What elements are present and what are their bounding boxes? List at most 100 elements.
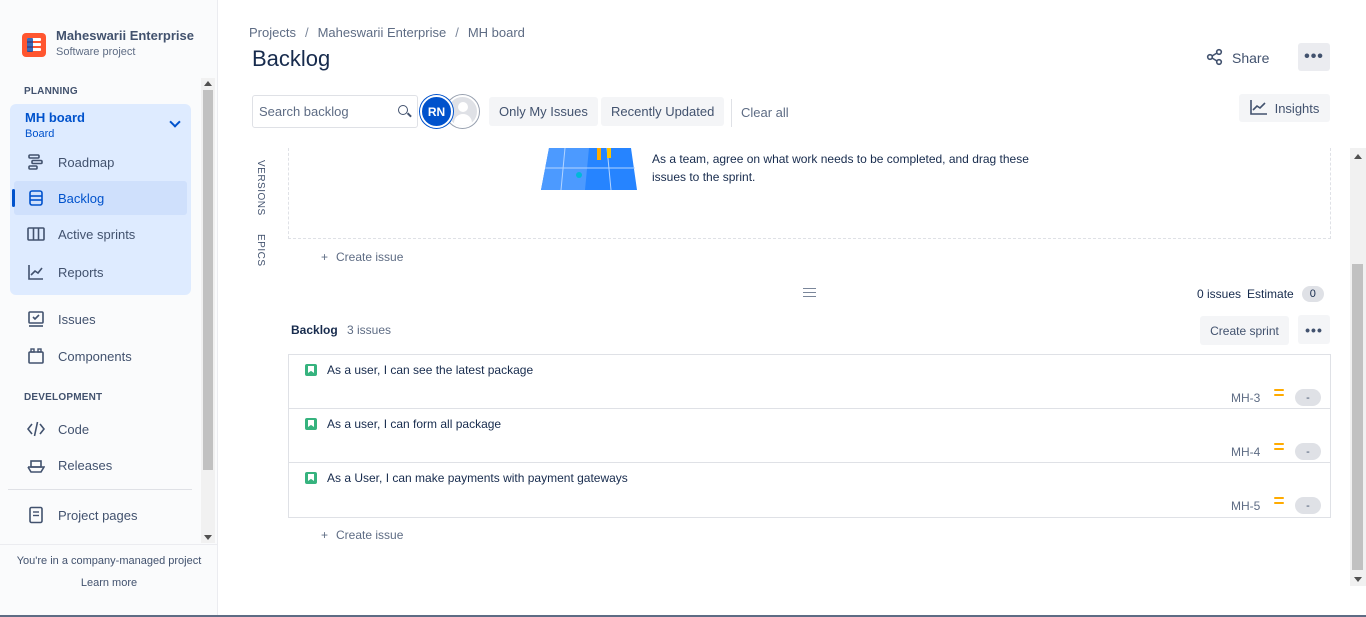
project-logo-icon (22, 33, 46, 57)
issue-row[interactable]: As a User, I can make payments with paym… (289, 463, 1330, 517)
code-icon (26, 419, 46, 439)
empty-sprint-illustration (541, 148, 637, 191)
sidebar-item-label: Backlog (58, 190, 105, 206)
toolbar-divider (731, 99, 732, 127)
sidebar-item-label: Roadmap (58, 154, 115, 170)
search-backlog[interactable] (252, 95, 418, 128)
issue-count-text: 0 issues (1197, 287, 1242, 301)
breadcrumb-projects[interactable]: Projects (249, 25, 296, 40)
scroll-down-arrow-icon[interactable] (1354, 577, 1362, 582)
create-issue-label: Create issue (336, 250, 404, 264)
chart-line-icon (26, 262, 46, 282)
learn-more-link[interactable]: Learn more (0, 577, 218, 589)
issue-key[interactable]: MH-5 (1231, 499, 1260, 513)
share-button[interactable]: Share (1206, 44, 1269, 72)
backlog-create-issue-button[interactable]: + Create issue (321, 528, 403, 542)
sprint-empty-text: As a team, agree on what work needs to b… (652, 152, 1029, 184)
issue-key[interactable]: MH-3 (1231, 391, 1260, 405)
sidebar-divider (8, 489, 192, 490)
sidebar-item-label: Active sprints (58, 226, 136, 242)
chevron-down-icon[interactable] (169, 116, 181, 128)
priority-medium-icon (1274, 443, 1284, 451)
backlog-issue-list: As a user, I can see the latest package … (288, 354, 1331, 518)
only-my-issues-button[interactable]: Only My Issues (489, 97, 598, 126)
clear-all-button[interactable]: Clear all (741, 105, 789, 120)
search-input[interactable] (259, 96, 389, 127)
share-icon (1206, 48, 1224, 69)
scrollbar-thumb[interactable] (1352, 264, 1363, 570)
story-icon (305, 472, 317, 484)
breadcrumb-separator: / (304, 25, 309, 40)
breadcrumb-project[interactable]: Maheswarii Enterprise (318, 25, 447, 40)
sidebar-item-reports[interactable]: Reports (14, 255, 187, 289)
backlog-more-button[interactable]: ••• (1298, 315, 1330, 344)
main-scrollbar[interactable] (1350, 148, 1366, 586)
sidebar-item-active-sprints[interactable]: Active sprints (14, 217, 187, 251)
board-subtitle: Board (25, 128, 55, 140)
recently-updated-button[interactable]: Recently Updated (601, 97, 725, 126)
sidebar-item-label: Components (58, 348, 132, 364)
sidebar-item-code[interactable]: Code (14, 412, 187, 446)
board-columns-icon (26, 224, 46, 244)
project-header[interactable]: Maheswarii Enterprise Software project (22, 28, 194, 58)
breadcrumb: Projects / Maheswarii Enterprise / MH bo… (249, 25, 525, 40)
sidebar-scrollbar[interactable] (201, 78, 215, 543)
project-type: Software project (56, 46, 136, 58)
planning-label: PLANNING (24, 86, 78, 97)
scroll-up-arrow-icon[interactable] (1354, 154, 1362, 159)
project-name: Maheswarii Enterprise (56, 28, 194, 43)
page-title: Backlog (252, 46, 331, 71)
sidebar-item-roadmap[interactable]: Roadmap (14, 145, 187, 179)
insights-button[interactable]: Insights (1239, 94, 1330, 122)
sidebar-item-issues[interactable]: Issues (14, 302, 187, 336)
sidebar-item-project-pages[interactable]: Project pages (14, 498, 187, 532)
scroll-down-arrow-icon[interactable] (204, 535, 212, 540)
sprint-create-issue-button[interactable]: + Create issue (321, 250, 403, 264)
share-label: Share (1232, 50, 1270, 66)
plus-icon: + (321, 528, 329, 542)
company-managed-text: You're in a company-managed project (16, 555, 202, 567)
issues-icon (26, 309, 46, 329)
roadmap-icon (26, 152, 46, 172)
breadcrumb-board[interactable]: MH board (468, 25, 525, 40)
story-icon (305, 364, 317, 376)
estimate-pill[interactable]: - (1295, 497, 1321, 514)
search-icon (398, 105, 408, 115)
issue-summary: As a user, I can see the latest package (327, 363, 534, 377)
scrollbar-thumb[interactable] (203, 90, 213, 470)
story-icon (305, 418, 317, 430)
sidebar-item-label: Project pages (58, 507, 138, 523)
document-icon (26, 505, 46, 525)
ship-icon (26, 455, 46, 475)
more-actions-button[interactable]: ••• (1298, 43, 1330, 71)
plus-icon: + (321, 250, 329, 264)
create-issue-label: Create issue (336, 528, 404, 542)
scroll-up-arrow-icon[interactable] (204, 81, 212, 86)
backlog-title: Backlog (291, 323, 338, 337)
backlog-icon (26, 188, 46, 208)
drag-handle-icon[interactable] (803, 286, 816, 299)
tab-epics[interactable]: EPICS (255, 234, 266, 267)
estimate-label: Estimate (1247, 287, 1294, 301)
issue-summary: As a User, I can make payments with paym… (327, 471, 628, 485)
estimate-pill[interactable]: - (1295, 389, 1321, 406)
insights-chart-icon (1249, 99, 1268, 118)
issue-summary: As a user, I can form all package (327, 417, 502, 431)
issue-key[interactable]: MH-4 (1231, 445, 1260, 459)
estimate-badge: 0 (1301, 286, 1324, 302)
tab-versions[interactable]: VERSIONS (255, 160, 266, 216)
backlog-issue-count: 3 issues (347, 323, 392, 337)
sidebar-item-label: Releases (58, 457, 113, 473)
estimate-pill[interactable]: - (1295, 443, 1321, 460)
sidebar-item-components[interactable]: Components (14, 339, 187, 373)
sidebar-item-releases[interactable]: Releases (14, 448, 187, 482)
development-label: DEVELOPMENT (24, 392, 103, 403)
sidebar-footer: You're in a company-managed project Lear… (0, 544, 218, 617)
issue-row[interactable]: As a user, I can form all package MH-4 - (289, 409, 1330, 463)
sidebar-item-backlog[interactable]: Backlog (12, 181, 187, 215)
issue-row[interactable]: As a user, I can see the latest package … (289, 355, 1330, 409)
create-sprint-button[interactable]: Create sprint (1200, 316, 1289, 345)
sidebar-item-label: Code (58, 421, 90, 437)
priority-medium-icon (1274, 497, 1284, 505)
avatar-rn[interactable]: RN (420, 95, 453, 128)
